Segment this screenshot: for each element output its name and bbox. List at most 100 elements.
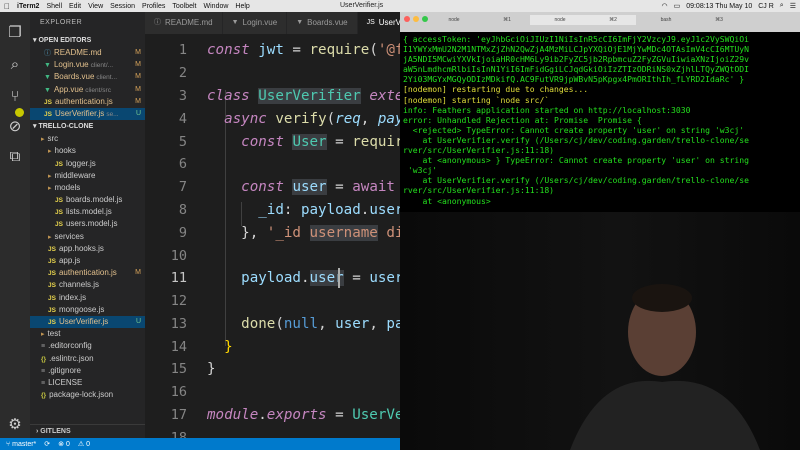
tree-file[interactable]: JS UserVerifier.js U	[30, 315, 145, 329]
menu-view[interactable]: View	[88, 3, 103, 10]
tree-folder[interactable]: ▸ middleware	[30, 170, 145, 182]
tree-file[interactable]: JS index.js	[30, 292, 145, 304]
tab-userverifier-js[interactable]: JSUserVerifier.js	[357, 12, 400, 34]
tab-readme-md[interactable]: ⓘ README.md	[145, 12, 223, 34]
tree-folder[interactable]: ▸ hooks	[30, 145, 145, 157]
tree-folder[interactable]: ▸ src	[30, 133, 145, 145]
terminal-tab-3[interactable]: bash	[636, 15, 696, 25]
config-file-icon: ≡	[41, 379, 46, 387]
git-branch[interactable]: ⑂ master*	[6, 441, 36, 448]
open-editors-list: ⓘ README.md M ▼ Login.vue client/... M ▼ Boards.…	[30, 47, 145, 121]
tree-folder[interactable]: ▸ test	[30, 328, 145, 340]
menu-session[interactable]: Session	[110, 3, 135, 10]
close-window-icon[interactable]	[404, 16, 410, 22]
js-file-icon: JS	[48, 282, 56, 290]
tab-login-vue[interactable]: ▼ Login.vue	[222, 12, 288, 34]
open-editors-header[interactable]: ▾ OPEN EDITORS	[30, 34, 145, 47]
tab-label: Login.vue	[242, 18, 278, 27]
menu-profiles[interactable]: Profiles	[142, 3, 165, 10]
sync-icon[interactable]: ⟳	[44, 440, 50, 448]
git-status-badge: U	[135, 317, 141, 325]
project-header[interactable]: ▾ TRELLO-CLONE	[30, 120, 145, 133]
terminal-line: 2Yi03MGYxMGQyODIzMDkifQ.AC9FutVR9jpWBvN5…	[403, 74, 800, 84]
menu-edit[interactable]: Edit	[69, 3, 81, 10]
open-editor-item[interactable]: ▼ App.vue client/src M	[30, 84, 145, 96]
config-file-icon: ≡	[41, 367, 46, 375]
apple-icon[interactable]: 	[4, 2, 10, 11]
indent-guide	[225, 90, 226, 346]
terminal-output[interactable]: { accessToken: 'eyJhbGciOiJIUzI1NiIsInR5…	[403, 34, 800, 206]
terminal-text: at <anonymous> } TypeError: Cannot creat…	[403, 155, 749, 166]
terminal-text: rver/src/UserVerifier.js:11:18)	[403, 185, 555, 196]
open-editor-item[interactable]: ▼ Login.vue client/... M	[30, 59, 145, 71]
tree-file[interactable]: JS app.hooks.js	[30, 243, 145, 255]
tree-item-label: package-lock.json	[49, 390, 114, 400]
line-number: 4	[178, 111, 187, 127]
menu-help[interactable]: Help	[235, 3, 249, 10]
tree-file[interactable]: {} .eslintrc.json	[30, 353, 145, 365]
gitlens-header[interactable]: › GITLENS	[30, 424, 145, 438]
tree-file[interactable]: ≡ LICENSE	[30, 377, 145, 389]
search-icon[interactable]: ⌕	[780, 2, 784, 10]
battery-icon[interactable]: ▭	[674, 2, 681, 10]
menu-toolbelt[interactable]: Toolbelt	[172, 3, 196, 10]
tab-boards-vue[interactable]: ▼ Boards.vue	[287, 12, 358, 34]
menu-shell[interactable]: Shell	[46, 3, 62, 10]
tree-file[interactable]: JS channels.js	[30, 279, 145, 291]
terminal-line: I1YWYxMmU2N2M1NTMxZjZhN2QwZjA4MzMiLCJpYX…	[403, 44, 800, 54]
folder-icon: ▸	[48, 233, 52, 241]
tree-file[interactable]: JS lists.model.js	[30, 206, 145, 218]
terminal-tab-2[interactable]: node	[530, 15, 590, 25]
source-control-icon[interactable]: ⑂	[5, 86, 25, 106]
menu-app[interactable]: iTerm2	[17, 3, 39, 10]
warnings-count[interactable]: ⚠ 0	[78, 440, 90, 448]
terminal-text: { accessToken: 'eyJhbGciOiJIUzI1NiIsInR5…	[403, 34, 749, 44]
tree-file[interactable]: JS logger.js	[30, 158, 145, 170]
menu-window[interactable]: Window	[204, 3, 229, 10]
folder-icon: ▸	[41, 136, 45, 144]
open-editor-item[interactable]: ▼ Boards.vue client... M	[30, 71, 145, 83]
tree-file[interactable]: JS boards.model.js	[30, 194, 145, 206]
gear-icon[interactable]: ⚙	[5, 414, 25, 434]
tree-file[interactable]: ≡ .editorconfig	[30, 340, 145, 352]
tree-file[interactable]: ≡ .gitignore	[30, 365, 145, 377]
menu-user[interactable]: CJ R	[758, 3, 774, 10]
minimize-window-icon[interactable]	[413, 16, 419, 22]
open-editor-item[interactable]: JS UserVerifier.js se... U	[30, 107, 145, 121]
folder-icon: ▸	[48, 148, 52, 156]
tree-file[interactable]: JS mongoose.js	[30, 304, 145, 316]
open-editor-path: client/src	[85, 86, 111, 94]
code-area[interactable]: const jwt = require('@feathersjs/authent…	[207, 34, 400, 438]
open-editor-item[interactable]: ⓘ README.md M	[30, 47, 145, 59]
tree-file[interactable]: JS authentication.js M	[30, 267, 145, 279]
vue-file-icon: ▼	[44, 74, 51, 82]
tree-folder[interactable]: ▸ models	[30, 182, 145, 194]
code-line-14: }	[224, 339, 233, 355]
tree-file[interactable]: JS users.model.js	[30, 218, 145, 230]
terminal-line: rver/src/UserVerifier.js:11:18)	[403, 145, 800, 155]
json-file-icon: {}	[41, 355, 47, 363]
js-file-icon: JS	[48, 294, 56, 302]
search-icon[interactable]: ⌕	[5, 54, 25, 74]
terminal-tab-1-shortcut: ⌘1	[503, 17, 511, 23]
code-editor[interactable]: 1 2 3 4 5 6 7 8 9 10 11 12 13 14 15 16 17 18 const jwt = …	[145, 34, 400, 438]
activity-bar: ❐ ⌕ ⑂ ⊘ ⧉ ⚙	[0, 12, 30, 438]
tree-folder[interactable]: ▸ services	[30, 231, 145, 243]
open-editor-path: client...	[96, 74, 117, 82]
menu-list-icon[interactable]: ☰	[790, 2, 796, 10]
terminal-tab-1[interactable]: node	[424, 15, 484, 25]
wifi-icon[interactable]: ◠	[661, 2, 667, 10]
open-editor-path: se...	[106, 110, 119, 118]
debug-icon[interactable]: ⊘	[5, 116, 25, 136]
markdown-file-icon: ⓘ	[44, 50, 51, 57]
git-status-badge: M	[135, 97, 141, 105]
errors-count[interactable]: ⊗ 0	[58, 440, 70, 448]
terminal-tab-2-shortcut: ⌘2	[590, 15, 636, 25]
tree-file[interactable]: JS app.js	[30, 255, 145, 267]
tree-item-label: middleware	[54, 170, 96, 180]
tree-file[interactable]: {} package-lock.json	[30, 389, 145, 401]
extensions-icon[interactable]: ⧉	[5, 146, 25, 166]
menu-clock[interactable]: 09:08:13 Thu May 10	[686, 3, 752, 10]
files-icon[interactable]: ❐	[5, 22, 25, 42]
open-editor-item[interactable]: JS authentication.js M	[30, 96, 145, 108]
